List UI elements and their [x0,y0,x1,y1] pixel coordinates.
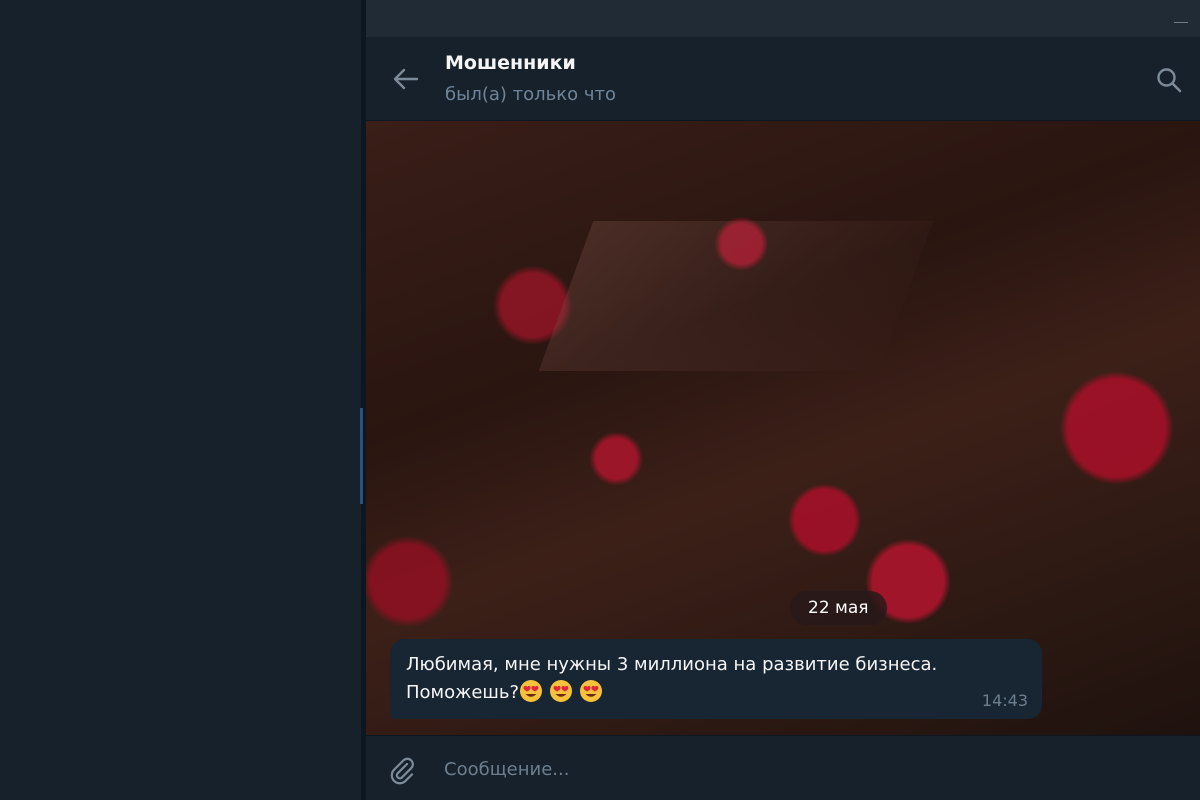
message-text-line-2-text: Поможешь? [406,682,520,703]
back-button[interactable] [390,63,422,95]
message-composer [366,735,1200,800]
message-text-line-1: Любимая, мне нужны 3 миллиона на развити… [406,654,938,675]
minimize-button[interactable] [1174,22,1188,23]
wallpaper-image [538,221,934,371]
search-button[interactable] [1154,65,1184,95]
heart-eyes-emoji [519,679,543,703]
chat-header: Мошенники был(а) только что [366,37,1200,121]
chat-messages-area[interactable]: 22 мая Любимая, мне нужны 3 миллиона на … [366,121,1200,735]
date-badge: 22 мая [790,591,887,625]
attach-button[interactable] [386,754,418,786]
message-input[interactable] [444,752,1144,786]
arrow-left-icon [393,68,419,90]
heart-eyes-emoji [579,679,603,703]
chat-status: был(а) только что [445,84,616,105]
chat-list-sidebar [0,0,361,800]
message-time: 14:43 [981,691,1028,710]
message-text-line-2: Поможешь? [406,679,1026,707]
chat-title[interactable]: Мошенники [445,52,576,74]
message-bubble[interactable]: Любимая, мне нужны 3 миллиона на развити… [390,639,1042,719]
window-titlebar [366,0,1200,37]
paperclip-icon [390,757,414,785]
search-icon [1157,68,1182,93]
heart-eyes-emoji [549,679,573,703]
sidebar-resize-handle[interactable] [360,408,363,504]
